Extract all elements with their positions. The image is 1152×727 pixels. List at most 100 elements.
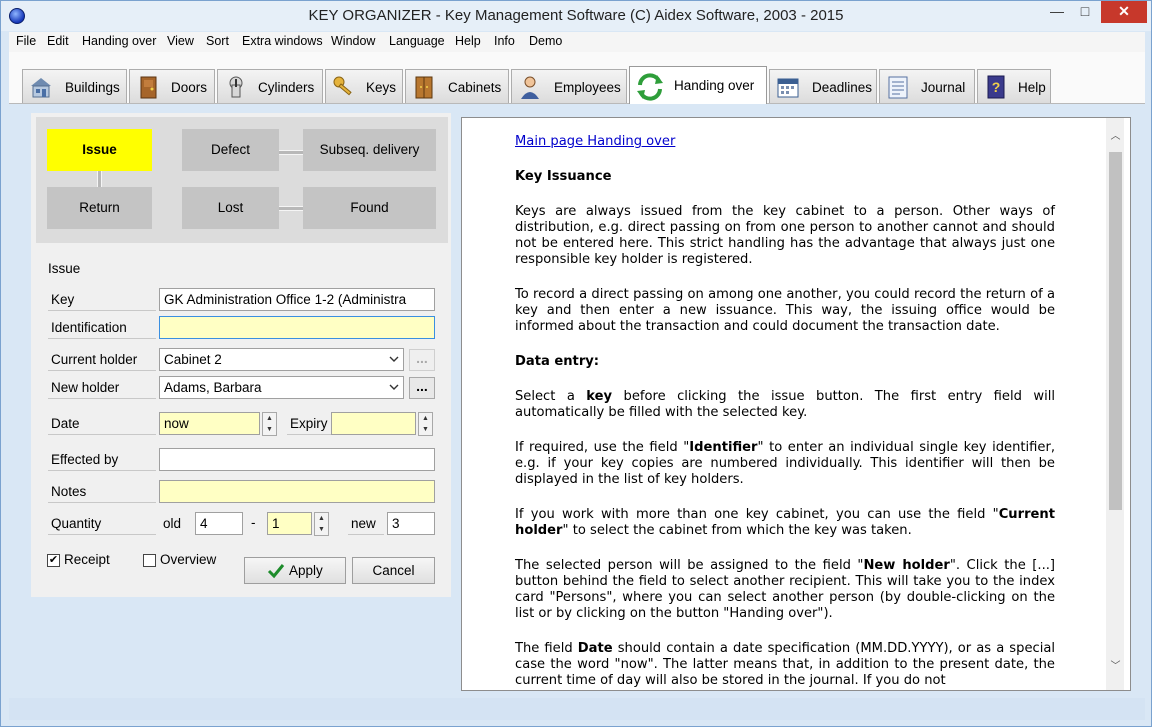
quantity-label: Quantity [48, 513, 156, 535]
tab-deadlines[interactable]: Deadlines [769, 69, 877, 103]
overview-label: Overview [160, 552, 217, 567]
identification-label: Identification [48, 317, 156, 339]
state-found-button[interactable]: Found [303, 187, 436, 229]
current-holder-label: Current holder [48, 349, 156, 371]
tab-buildings[interactable]: Buildings [22, 69, 127, 103]
help-paragraph: The selected person will be assigned to … [515, 558, 1056, 621]
cylinder-icon [229, 76, 243, 98]
menu-bar: File Edit Handing over View Sort Extra w… [9, 32, 1145, 52]
help-content: Main page Handing over Key Issuance Keys… [515, 134, 1056, 690]
scrollbar-thumb[interactable] [1109, 152, 1122, 510]
help-paragraph: To record a direct passing on among one … [515, 287, 1055, 334]
spin-down-icon[interactable]: ▼ [263, 424, 276, 435]
state-subseq-delivery-button[interactable]: Subseq. delivery [303, 129, 436, 171]
quantity-old-field[interactable]: 4 [195, 512, 243, 535]
expiry-label: Expiry [287, 413, 331, 435]
cancel-button[interactable]: Cancel [352, 557, 435, 584]
tab-label: Doors [171, 80, 208, 95]
menu-handing-over[interactable]: Handing over [82, 34, 156, 48]
building-icon [31, 78, 51, 98]
tab-label: Buildings [65, 80, 120, 95]
tab-journal[interactable]: Journal [879, 69, 975, 103]
effected-by-field[interactable] [159, 448, 435, 471]
tab-keys[interactable]: Keys [325, 69, 403, 103]
menu-help[interactable]: Help [455, 34, 481, 48]
expiry-spinner[interactable]: ▲ ▼ [418, 412, 433, 436]
cabinet-icon [415, 76, 433, 99]
expiry-field[interactable] [331, 412, 416, 435]
notes-field[interactable] [159, 480, 435, 503]
help-scrollbar[interactable]: ︿ ﹀ [1106, 118, 1124, 690]
state-lost-button[interactable]: Lost [182, 187, 279, 229]
menu-sort[interactable]: Sort [206, 34, 229, 48]
apply-button[interactable]: Apply [244, 557, 346, 584]
menu-window[interactable]: Window [331, 34, 375, 48]
quantity-old-label: old [163, 516, 182, 531]
quantity-delta-field[interactable]: 1 [267, 512, 312, 535]
receipt-label: Receipt [64, 552, 110, 567]
receipt-checkbox[interactable]: ✔ [47, 554, 60, 567]
menu-language[interactable]: Language [389, 34, 445, 48]
spin-up-icon[interactable]: ▲ [419, 413, 432, 424]
spin-down-icon[interactable]: ▼ [315, 524, 328, 535]
close-button[interactable]: ✕ [1101, 1, 1147, 23]
checkmark-icon [267, 564, 285, 579]
tab-label: Deadlines [812, 80, 873, 95]
identification-field[interactable] [159, 316, 435, 339]
chevron-down-icon[interactable] [389, 354, 399, 364]
door-icon [140, 76, 157, 99]
tab-cabinets[interactable]: Cabinets [405, 69, 509, 103]
menu-extra-windows[interactable]: Extra windows [242, 34, 323, 48]
menu-file[interactable]: File [16, 34, 36, 48]
new-holder-select[interactable]: Adams, Barbara [159, 376, 404, 399]
status-bar [9, 698, 1145, 720]
state-connector [279, 150, 303, 155]
menu-view[interactable]: View [167, 34, 194, 48]
state-diagram: Issue Defect Subseq. delivery Return Los… [36, 117, 448, 243]
svg-text:?: ? [992, 79, 1001, 95]
state-return-button[interactable]: Return [47, 187, 152, 229]
tab-handing-over[interactable]: Handing over [629, 66, 767, 104]
tab-label: Handing over [674, 78, 755, 93]
new-holder-browse-button[interactable]: ... [409, 377, 435, 399]
tab-label: Help [1018, 80, 1046, 95]
tab-doors[interactable]: Doors [129, 69, 215, 103]
quantity-new-field[interactable]: 3 [387, 512, 435, 535]
key-label: Key [48, 289, 156, 311]
employee-icon [521, 76, 539, 99]
key-field[interactable]: GK Administration Office 1-2 (Administra [159, 288, 435, 311]
help-panel: Main page Handing over Key Issuance Keys… [461, 117, 1131, 691]
quantity-spinner[interactable]: ▲ ▼ [314, 512, 329, 536]
spin-down-icon[interactable]: ▼ [419, 424, 432, 435]
menu-edit[interactable]: Edit [47, 34, 69, 48]
tab-label: Employees [554, 80, 621, 95]
state-defect-button[interactable]: Defect [182, 129, 279, 171]
spin-up-icon[interactable]: ▲ [263, 413, 276, 424]
app-window: KEY ORGANIZER - Key Management Software … [0, 0, 1152, 727]
new-holder-value: Adams, Barbara [164, 380, 262, 395]
state-issue-button[interactable]: Issue [47, 129, 152, 171]
quantity-new-label: new [348, 513, 384, 535]
spin-up-icon[interactable]: ▲ [315, 513, 328, 524]
minimize-button[interactable]: — [1043, 1, 1071, 23]
tab-help[interactable]: ? Help [977, 69, 1051, 103]
current-holder-browse-button[interactable]: ... [409, 349, 435, 371]
window-title: KEY ORGANIZER - Key Management Software … [308, 7, 844, 24]
tab-employees[interactable]: Employees [511, 69, 627, 103]
tab-cylinders[interactable]: Cylinders [217, 69, 323, 103]
date-spinner[interactable]: ▲ ▼ [262, 412, 277, 436]
scroll-down-icon[interactable]: ﹀ [1109, 660, 1122, 674]
menu-info[interactable]: Info [494, 34, 515, 48]
help-main-page-link[interactable]: Main page Handing over [515, 134, 675, 149]
help-paragraph: Select a key before clicking the issue b… [515, 389, 1055, 420]
help-subheading: Data entry: [515, 354, 600, 369]
maximize-button[interactable]: □ [1071, 1, 1099, 23]
menu-demo[interactable]: Demo [529, 34, 562, 48]
scroll-up-icon[interactable]: ︿ [1109, 130, 1122, 144]
effected-by-label: Effected by [48, 449, 156, 471]
current-holder-select[interactable]: Cabinet 2 [159, 348, 404, 371]
overview-checkbox[interactable] [143, 554, 156, 567]
date-field[interactable]: now [159, 412, 260, 435]
quantity-dash: - [251, 515, 256, 530]
chevron-down-icon[interactable] [389, 382, 399, 392]
